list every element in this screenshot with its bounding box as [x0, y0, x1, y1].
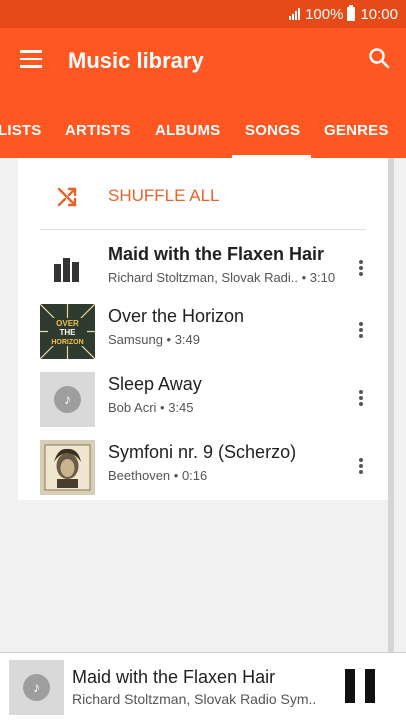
more-options-icon[interactable] — [356, 390, 366, 410]
song-list: SHUFFLE ALL Maid with the Flaxen Hair Ri… — [18, 158, 388, 500]
song-title: Sleep Away — [108, 374, 202, 394]
shuffle-all-button[interactable]: SHUFFLE ALL — [18, 158, 388, 230]
page-title: Music library — [68, 48, 204, 73]
song-subtitle: Samsung • 3:49 — [108, 332, 200, 347]
song-title: Maid with the Flaxen Hair — [108, 244, 325, 264]
album-art — [40, 440, 95, 495]
search-icon[interactable] — [368, 47, 390, 69]
album-art-placeholder: ♪ — [40, 372, 95, 427]
art-text: THE — [60, 328, 77, 337]
clock: 10:00 — [360, 5, 398, 23]
now-playing-bar[interactable]: ♪ Maid with the Flaxen Hair Richard Stol… — [0, 652, 406, 721]
signal-icon — [289, 8, 301, 20]
more-options-icon[interactable] — [356, 260, 366, 280]
more-options-icon[interactable] — [356, 458, 366, 478]
art-text: OVER — [56, 319, 79, 328]
song-subtitle: Richard Stoltzman, Slovak Radi.. • 3:10 — [108, 270, 336, 285]
status-bar: 100% 10:00 — [0, 0, 406, 28]
song-row[interactable]: ♪ Sleep Away Bob Acri • 3:45 — [18, 372, 388, 440]
tab-genres[interactable]: GENRES — [324, 122, 389, 139]
art-text: HORIZON — [51, 339, 83, 346]
music-note-icon: ♪ — [54, 386, 81, 413]
more-options-icon[interactable] — [356, 322, 366, 342]
tab-bar: LISTS ARTISTS ALBUMS SONGS GENRES — [0, 92, 406, 158]
tab-albums[interactable]: ALBUMS — [155, 122, 220, 139]
now-playing-title: Maid with the Flaxen Hair — [72, 667, 276, 687]
album-art-placeholder: ♪ — [9, 660, 64, 715]
song-subtitle: Bob Acri • 3:45 — [108, 400, 194, 415]
song-title: Over the Horizon — [108, 306, 245, 326]
song-subtitle: Beethoven • 0:16 — [108, 468, 208, 483]
song-row[interactable]: Symfoni nr. 9 (Scherzo) Beethoven • 0:16 — [18, 440, 388, 508]
now-playing-subtitle: Richard Stoltzman, Slovak Radio Sym.. — [72, 691, 317, 707]
pause-icon[interactable] — [345, 669, 375, 703]
tab-lists[interactable]: LISTS — [0, 122, 42, 139]
tab-songs[interactable]: SONGS — [245, 122, 300, 139]
app-bar: Music library — [0, 28, 406, 92]
song-row[interactable]: Maid with the Flaxen Hair Richard Stoltz… — [18, 242, 388, 310]
scrollbar[interactable] — [388, 158, 394, 652]
now-playing-equalizer-icon — [54, 258, 80, 282]
song-title: Symfoni nr. 9 (Scherzo) — [108, 442, 297, 462]
tab-artists[interactable]: ARTISTS — [65, 122, 131, 139]
music-note-icon: ♪ — [23, 674, 50, 701]
shuffle-icon — [57, 187, 77, 207]
song-row[interactable]: OVER THE HORIZON Over the Horizon Samsun… — [18, 304, 388, 372]
battery-percent: 100% — [305, 5, 344, 23]
shuffle-all-label: SHUFFLE ALL — [108, 186, 220, 205]
divider — [40, 229, 366, 230]
album-art: OVER THE HORIZON — [40, 304, 95, 359]
menu-icon[interactable] — [20, 50, 42, 68]
battery-icon — [347, 5, 356, 21]
